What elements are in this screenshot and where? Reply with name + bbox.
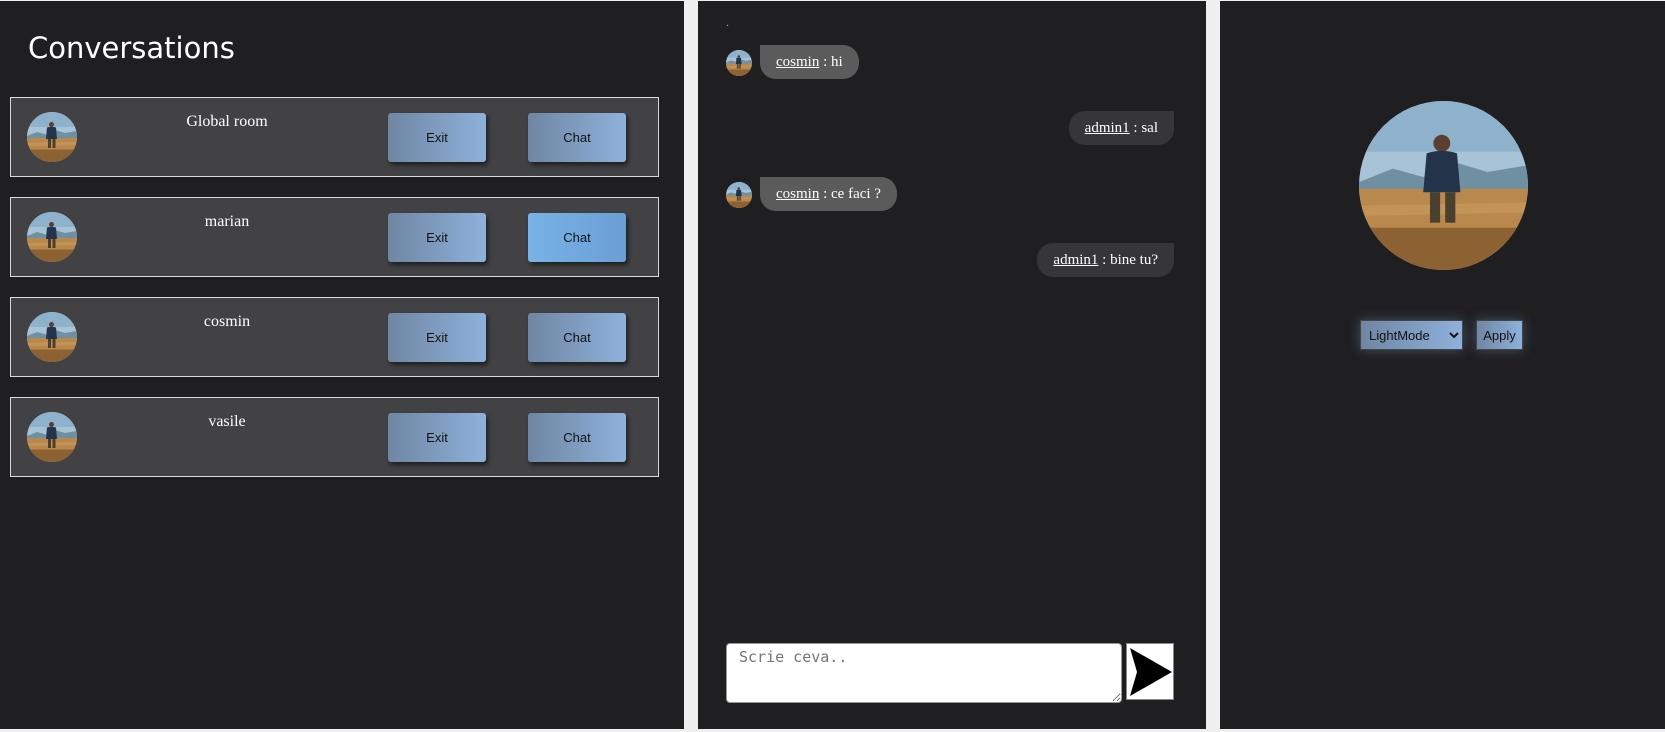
- message-username-link[interactable]: admin1: [1053, 252, 1098, 268]
- settings-panel: LightMode Apply: [1220, 1, 1665, 729]
- message-username-link[interactable]: cosmin: [776, 54, 819, 70]
- conversation-row: cosmin Exit Chat: [10, 297, 659, 377]
- message-text: : ce faci ?: [819, 186, 881, 202]
- profile-avatar: [1359, 101, 1528, 270]
- message-outgoing: admin1 : bine tu?: [726, 243, 1174, 277]
- chat-button[interactable]: Chat: [528, 413, 626, 462]
- message-text: : hi: [819, 54, 843, 70]
- conversation-name: marian: [204, 213, 250, 230]
- conversation-row: Global room Exit Chat: [10, 97, 659, 177]
- avatar: [27, 112, 77, 162]
- message-input[interactable]: [726, 643, 1122, 703]
- conversation-name: vasile: [208, 413, 246, 430]
- exit-button[interactable]: Exit: [388, 213, 486, 262]
- message-username-link[interactable]: cosmin: [776, 186, 819, 202]
- send-button[interactable]: [1126, 643, 1174, 700]
- message-outgoing: admin1 : sal: [726, 111, 1174, 145]
- chat-button[interactable]: Chat: [528, 313, 626, 362]
- message-bubble: cosmin : ce faci ?: [760, 177, 897, 211]
- avatar: [726, 50, 752, 76]
- chat-panel: . cosmin : hi admin1 : sal cosmin : ce f…: [698, 1, 1206, 729]
- message-username-link[interactable]: admin1: [1085, 120, 1130, 136]
- avatar: [27, 412, 77, 462]
- send-arrow-icon: [1130, 648, 1172, 696]
- chat-button-active[interactable]: Chat: [528, 213, 626, 262]
- message-text: : sal: [1129, 120, 1158, 136]
- avatar: [726, 182, 752, 208]
- top-mark: .: [726, 15, 729, 29]
- message-incoming: cosmin : hi: [726, 45, 1174, 79]
- exit-button[interactable]: Exit: [388, 413, 486, 462]
- message-bubble: admin1 : sal: [1068, 111, 1174, 145]
- chat-button[interactable]: Chat: [528, 113, 626, 162]
- message-bubble: cosmin : hi: [760, 45, 859, 79]
- theme-select[interactable]: LightMode: [1360, 320, 1463, 350]
- message-bubble: admin1 : bine tu?: [1037, 243, 1174, 277]
- apply-button[interactable]: Apply: [1476, 320, 1523, 350]
- conversation-row: marian Exit Chat: [10, 197, 659, 277]
- exit-button[interactable]: Exit: [388, 113, 486, 162]
- avatar: [27, 212, 77, 262]
- exit-button[interactable]: Exit: [388, 313, 486, 362]
- message-list: cosmin : hi admin1 : sal cosmin : ce fac…: [726, 45, 1174, 309]
- message-text: : bine tu?: [1098, 252, 1158, 268]
- conversation-list: Global room Exit Chat marian Exit Chat c…: [10, 97, 659, 497]
- conversations-title: Conversations: [28, 31, 235, 65]
- message-incoming: cosmin : ce faci ?: [726, 177, 1174, 211]
- conversation-row: vasile Exit Chat: [10, 397, 659, 477]
- conversation-name: Global room: [186, 113, 268, 130]
- conversations-panel: Conversations Global room Exit Chat mari…: [0, 1, 684, 729]
- avatar: [27, 312, 77, 362]
- conversation-name: cosmin: [203, 313, 251, 330]
